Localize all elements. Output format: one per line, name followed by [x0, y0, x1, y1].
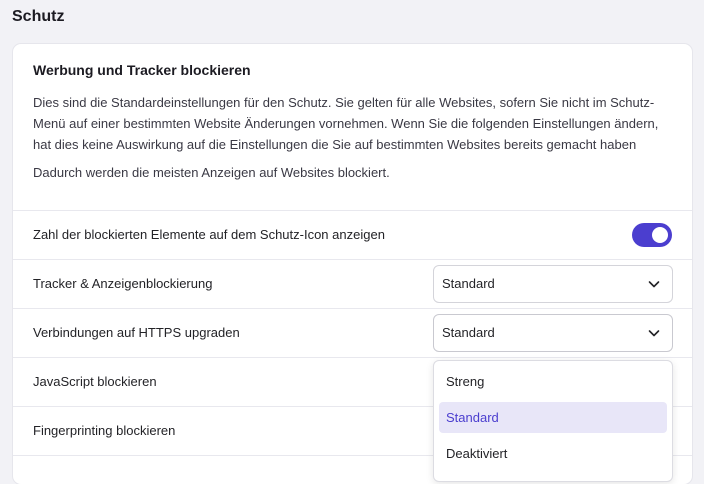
setting-row-tracker-ads: Tracker & Anzeigenblockierung Standard: [13, 259, 692, 308]
show-count-toggle[interactable]: [632, 223, 672, 247]
tracker-ads-select-value: Standard: [442, 276, 495, 291]
setting-row-show-count: Zahl der blockierten Elemente auf dem Sc…: [13, 210, 692, 259]
chevron-down-icon: [648, 330, 660, 337]
section-note: Dadurch werden die meisten Anzeigen auf …: [33, 165, 390, 180]
toggle-knob: [652, 227, 668, 243]
https-upgrade-dropdown-list: Streng Standard Deaktiviert: [433, 360, 673, 482]
dropdown-option-streng[interactable]: Streng: [439, 366, 667, 397]
setting-label-javascript: JavaScript blockieren: [33, 374, 157, 389]
dropdown-option-deaktiviert[interactable]: Deaktiviert: [439, 438, 667, 469]
setting-label-fingerprinting: Fingerprinting blockieren: [33, 423, 176, 438]
https-upgrade-select[interactable]: Standard: [433, 314, 673, 352]
chevron-down-icon: [648, 281, 660, 288]
section-description: Dies sind die Standardeinstellungen für …: [33, 95, 659, 152]
page-title: Schutz: [12, 8, 65, 25]
dropdown-option-standard[interactable]: Standard: [439, 402, 667, 433]
https-upgrade-select-value: Standard: [442, 325, 495, 340]
setting-label-https-upgrade: Verbindungen auf HTTPS upgraden: [33, 325, 240, 340]
setting-row-https-upgrade: Verbindungen auf HTTPS upgraden Standard: [13, 308, 692, 357]
tracker-ads-select[interactable]: Standard: [433, 265, 673, 303]
setting-label-tracker-ads: Tracker & Anzeigenblockierung: [33, 276, 213, 291]
setting-label-show-count: Zahl der blockierten Elemente auf dem Sc…: [33, 227, 385, 242]
section-title: Werbung und Tracker blockieren: [33, 62, 251, 78]
